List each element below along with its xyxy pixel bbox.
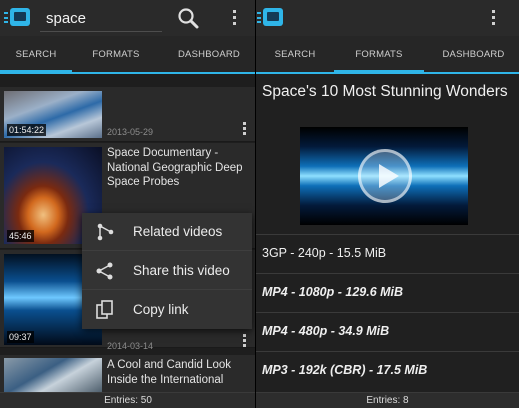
search-input[interactable] [40, 6, 162, 32]
action-bar [256, 0, 519, 36]
app-logo-icon[interactable] [4, 7, 30, 28]
duration-label: 45:46 [7, 230, 34, 242]
tab-formats[interactable]: FORMATS [76, 36, 156, 72]
format-label: MP4 - 480p - 34.9 MiB [262, 324, 390, 338]
action-bar [0, 0, 256, 36]
list-item[interactable]: A Cool and Candid Look Inside the Intern… [0, 355, 256, 395]
menu-item-label: Copy link [133, 302, 189, 317]
menu-item-share-video[interactable]: Share this video [82, 252, 252, 290]
format-option[interactable]: 3GP - 240p - 15.5 MiB [256, 234, 519, 273]
upload-date: 2014-03-14 [107, 341, 154, 351]
share-icon [95, 261, 115, 281]
video-title: Space Documentary - National Geographic … [107, 147, 243, 188]
format-option[interactable]: MP4 - 1080p - 129.6 MiB [256, 273, 519, 312]
menu-item-label: Related videos [133, 224, 223, 239]
video-preview[interactable] [300, 127, 468, 225]
entries-count: Entries: 50 [0, 392, 256, 408]
tab-bar: SEARCH FORMATS DASHBOARD [256, 36, 519, 74]
tab-search[interactable]: SEARCH [256, 36, 334, 72]
format-label: MP3 - 192k (CBR) - 17.5 MiB [262, 363, 428, 377]
overflow-menu-icon[interactable] [230, 9, 238, 27]
video-thumbnail: 01:54:22 [4, 91, 102, 138]
list-item[interactable]: 01:54:22 2013-05-29 [0, 87, 256, 142]
menu-item-related-videos[interactable]: Related videos [82, 213, 252, 251]
overflow-menu-icon[interactable] [489, 9, 497, 27]
tab-formats[interactable]: FORMATS [334, 36, 424, 74]
item-overflow-icon[interactable] [243, 334, 247, 348]
format-option[interactable]: MP3 - 192k (CBR) - 17.5 MiB [256, 351, 519, 390]
copy-icon [95, 300, 115, 320]
video-thumbnail [4, 358, 102, 393]
menu-item-copy-link[interactable]: Copy link [82, 291, 252, 329]
format-option[interactable]: MP4 - 480p - 34.9 MiB [256, 312, 519, 351]
upload-date: 2013-05-29 [107, 127, 154, 137]
entries-count: Entries: 8 [256, 392, 519, 408]
duration-label: 01:54:22 [7, 124, 47, 136]
tab-dashboard[interactable]: DASHBOARD [162, 36, 256, 72]
format-label: MP4 - 1080p - 129.6 MiB [262, 285, 404, 299]
video-title: A Cool and Candid Look Inside the Intern… [107, 359, 232, 386]
tab-bar: SEARCH FORMATS DASHBOARD [0, 36, 256, 74]
context-menu: Related videos Share this video Copy lin… [82, 213, 252, 329]
formats-pane: SEARCH FORMATS DASHBOARD Space's 10 Most… [256, 0, 519, 408]
related-icon [95, 222, 115, 242]
item-overflow-icon[interactable] [243, 122, 247, 136]
search-pane: SEARCH FORMATS DASHBOARD 01:54:22 2013-0… [0, 0, 256, 408]
tab-search[interactable]: SEARCH [0, 36, 72, 74]
tab-dashboard[interactable]: DASHBOARD [428, 36, 519, 72]
play-icon[interactable] [358, 149, 412, 203]
format-label: 3GP - 240p - 15.5 MiB [262, 246, 387, 260]
duration-label: 09:37 [7, 331, 34, 343]
search-icon[interactable] [176, 6, 200, 30]
video-title: Space's 10 Most Stunning Wonders [262, 83, 508, 100]
app-logo-icon[interactable] [257, 7, 283, 28]
menu-item-label: Share this video [133, 263, 230, 278]
